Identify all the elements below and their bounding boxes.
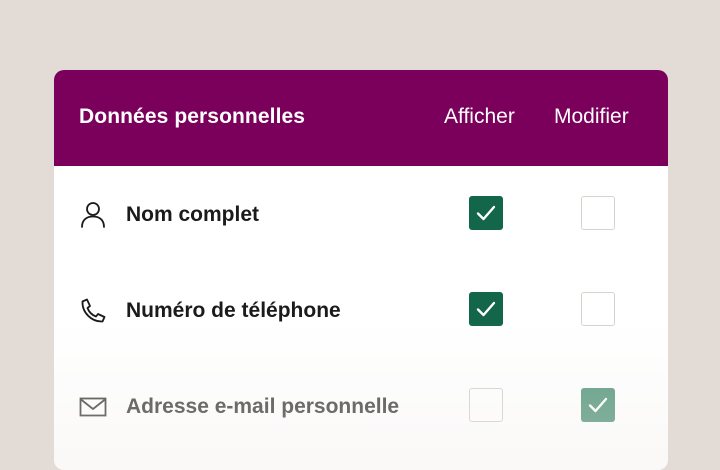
row-label: Nom complet [126, 203, 260, 226]
permissions-card: Données personnelles Afficher Modifier N… [54, 70, 668, 470]
section-title: Données personnelles [79, 105, 306, 128]
checkmark-icon [588, 397, 608, 413]
afficher-checkbox[interactable] [469, 292, 503, 326]
modifier-checkbox[interactable] [581, 292, 615, 326]
mail-icon [79, 397, 107, 417]
permission-row-email: Adresse e-mail personnelle [54, 358, 668, 454]
column-header-afficher: Afficher [444, 105, 515, 128]
afficher-checkbox[interactable] [469, 196, 503, 230]
row-label: Numéro de téléphone [126, 299, 341, 322]
person-icon [81, 202, 105, 228]
afficher-checkbox[interactable] [469, 388, 503, 422]
modifier-checkbox[interactable] [581, 196, 615, 230]
modifier-checkbox[interactable] [581, 388, 615, 422]
column-header-modifier: Modifier [554, 105, 629, 128]
card-header: Données personnelles Afficher Modifier [54, 70, 668, 166]
checkmark-icon [476, 205, 496, 221]
permission-row-telephone: Numéro de téléphone [54, 262, 668, 358]
row-label: Adresse e-mail personnelle [126, 395, 400, 418]
phone-icon [81, 298, 106, 323]
checkmark-icon [476, 301, 496, 317]
permission-row-nom-complet: Nom complet [54, 166, 668, 262]
